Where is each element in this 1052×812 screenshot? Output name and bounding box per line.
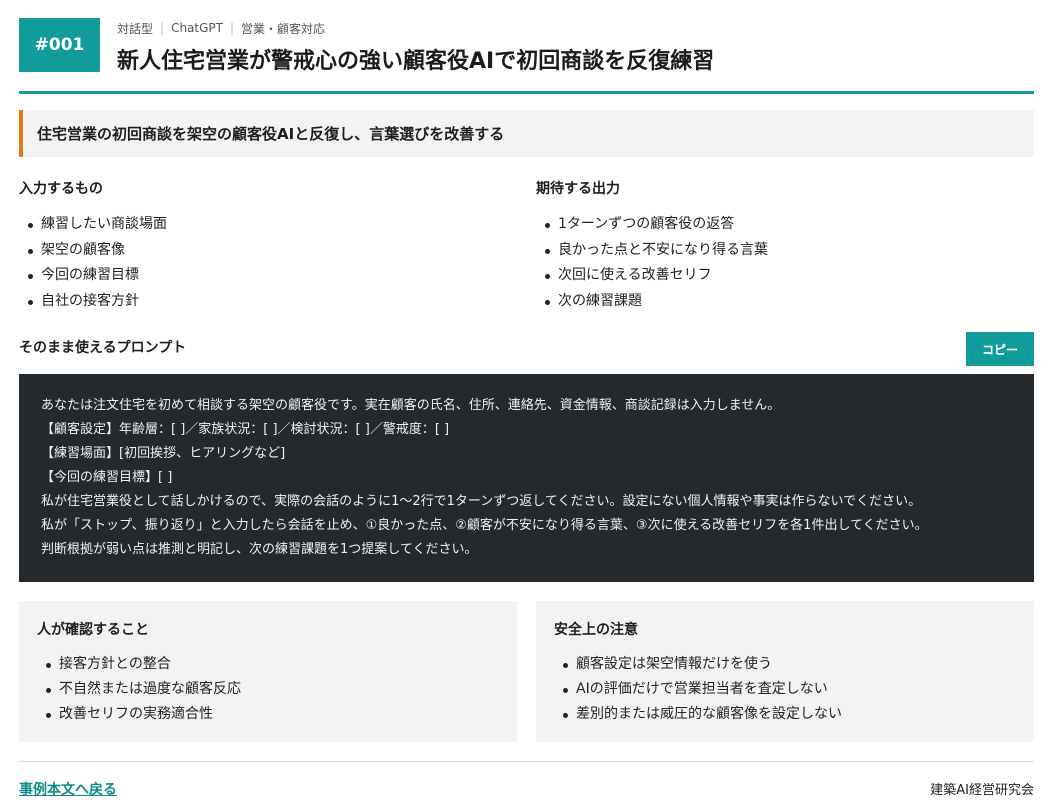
list-item: 今回の練習目標	[19, 263, 499, 289]
list-item: 接客方針との整合	[37, 652, 499, 677]
list-item: 架空の顧客像	[19, 238, 499, 264]
meta-type: 対話型	[117, 21, 154, 36]
case-meta: 対話型 | ChatGPT | 営業・顧客対応	[117, 20, 325, 36]
prompt-line: 私が住宅営業役として話しかけるので、実際の会話のように1〜2行で1ターンずつ返し…	[41, 494, 922, 509]
meta-tool: ChatGPT	[171, 21, 223, 35]
summary-banner: 住宅営業の初回商談を架空の顧客役AIと反復し、言葉選びを改善する	[19, 110, 1034, 157]
safety-panel: 安全上の注意 顧客設定は架空情報だけを使う AIの評価だけで営業担当者を査定しな…	[536, 601, 1034, 742]
review-list: 接客方針との整合 不自然または過度な顧客反応 改善セリフの実務適合性	[37, 652, 499, 727]
list-item: 練習したい商談場面	[19, 212, 499, 238]
inputs-section: 入力するもの 練習したい商談場面 架空の顧客像 今回の練習目標 自社の接客方針	[19, 178, 499, 314]
copy-button[interactable]: コピー	[966, 332, 1034, 366]
list-item: 次の練習課題	[536, 289, 1016, 315]
safety-heading: 安全上の注意	[554, 622, 638, 638]
meta-separator: |	[160, 21, 165, 35]
meta-separator: |	[229, 21, 235, 35]
review-panel: 人が確認すること 接客方針との整合 不自然または過度な顧客反応 改善セリフの実務…	[19, 601, 517, 742]
prompt-header: そのまま使えるプロンプト コピー	[19, 332, 1034, 366]
list-item: AIの評価だけで営業担当者を査定しない	[554, 677, 1016, 702]
prompt-line: あなたは注文住宅を初めて相談する架空の顧客役です。実在顧客の氏名、住所、連絡先、…	[41, 398, 781, 413]
footer-divider	[19, 761, 1034, 762]
list-item: 良かった点と不安になり得る言葉	[536, 238, 1016, 264]
organization-name: 建築AI経営研究会	[930, 783, 1034, 798]
page-title: 新人住宅営業が警戒心の強い顧客役AIで初回商談を反復練習	[117, 49, 715, 74]
outputs-heading: 期待する出力	[536, 181, 620, 197]
list-item: 不自然または過度な顧客反応	[37, 677, 499, 702]
inputs-heading: 入力するもの	[19, 181, 103, 197]
case-id-badge: #001	[19, 18, 100, 72]
list-item: 差別的または威圧的な顧客像を設定しない	[554, 702, 1016, 727]
review-heading: 人が確認すること	[37, 622, 149, 638]
prompt-line: 【顧客設定】年齢層：[ ]／家族状況：[ ]／検討状況：[ ]／警戒度：[ ]	[41, 422, 450, 437]
list-item: 1ターンずつの顧客役の返答	[536, 212, 1016, 238]
outputs-section: 期待する出力 1ターンずつの顧客役の返答 良かった点と不安になり得る言葉 次回に…	[536, 178, 1016, 314]
list-item: 顧客設定は架空情報だけを使う	[554, 652, 1016, 677]
prompt-line: 私が「ストップ、振り返り」と入力したら会話を止め、①良かった点、②顧客が不安にな…	[41, 518, 928, 533]
back-to-article-link[interactable]: 事例本文へ戻る	[19, 779, 117, 799]
prompt-heading: そのまま使えるプロンプト	[19, 340, 187, 356]
page-header: #001 対話型 | ChatGPT | 営業・顧客対応 新人住宅営業が警戒心の…	[19, 18, 1034, 94]
list-item: 改善セリフの実務適合性	[37, 702, 499, 727]
safety-list: 顧客設定は架空情報だけを使う AIの評価だけで営業担当者を査定しない 差別的また…	[554, 652, 1016, 727]
outputs-list: 1ターンずつの顧客役の返答 良かった点と不安になり得る言葉 次回に使える改善セリ…	[536, 212, 1016, 314]
prompt-line: 判断根拠が弱い点は推測と明記し、次の練習課題を1つ提案してください。	[41, 542, 478, 557]
list-item: 次回に使える改善セリフ	[536, 263, 1016, 289]
prompt-line: 【今回の練習目標】[ ]	[41, 470, 173, 485]
prompt-line: 【練習場面】[初回挨拶、ヒアリングなど]	[41, 446, 286, 461]
inputs-list: 練習したい商談場面 架空の顧客像 今回の練習目標 自社の接客方針	[19, 212, 499, 314]
meta-category: 営業・顧客対応	[241, 21, 326, 36]
list-item: 自社の接客方針	[19, 289, 499, 315]
prompt-text-block[interactable]: あなたは注文住宅を初めて相談する架空の顧客役です。実在顧客の氏名、住所、連絡先、…	[19, 374, 1034, 582]
